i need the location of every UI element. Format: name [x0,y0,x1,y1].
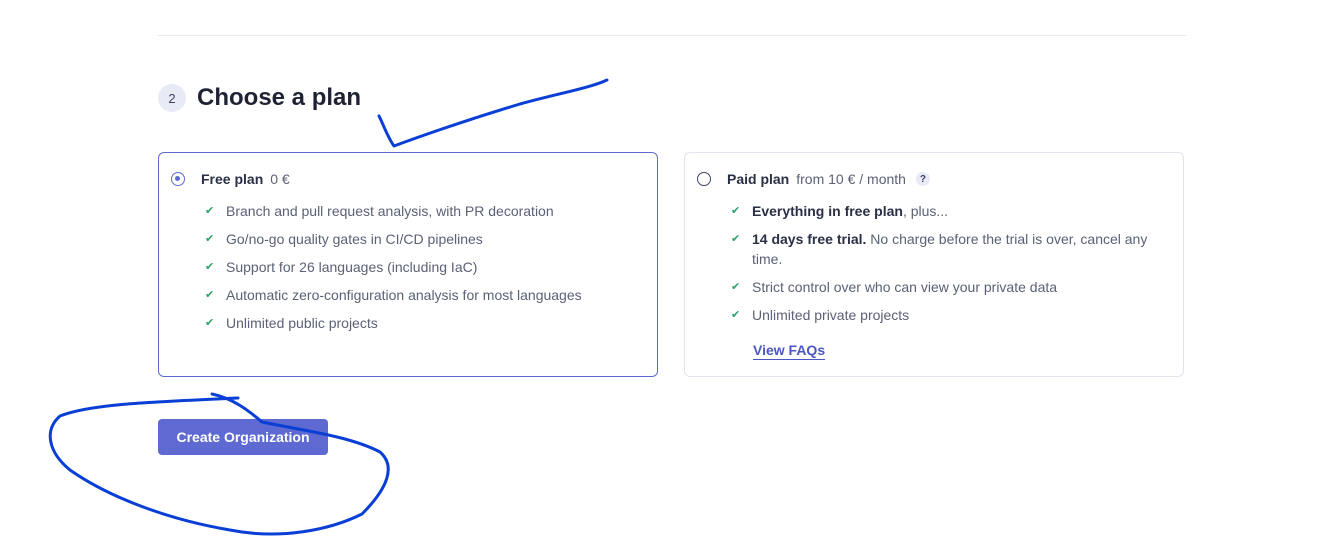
feature-text: Go/no-go quality gates in CI/CD pipeline… [226,231,483,247]
paid-plan-name: Paid plan [727,171,790,187]
feature-item: ✔ Automatic zero-configuration analysis … [205,285,647,305]
annotation-checkmark [377,78,609,148]
free-plan-header[interactable]: Free plan 0 € [171,171,290,187]
step-number-badge: 2 [158,84,186,112]
feature-item: ✔ Support for 26 languages (including Ia… [205,257,647,277]
feature-text: Branch and pull request analysis, with P… [226,203,554,219]
feature-text: Support for 26 languages (including IaC) [226,259,478,275]
check-icon: ✔ [731,309,741,321]
paid-plan-header[interactable]: Paid plan from 10 € / month ? [697,171,930,187]
create-organization-button[interactable]: Create Organization [158,419,328,455]
radio-checked-icon[interactable] [171,172,185,186]
paid-plan-features: ✔ Everything in free plan, plus... ✔ 14 … [731,201,1173,333]
check-icon: ✔ [205,317,215,329]
radio-unchecked-icon[interactable] [697,172,711,186]
feature-text: Unlimited public projects [226,315,378,331]
check-icon: ✔ [205,289,215,301]
paid-plan-price: from 10 € / month [796,171,906,187]
feature-text: Automatic zero-configuration analysis fo… [226,287,582,303]
feature-item: ✔ Go/no-go quality gates in CI/CD pipeli… [205,229,647,249]
feature-text: Everything in free plan, plus... [752,201,948,221]
paid-plan-card[interactable]: Paid plan from 10 € / month ? ✔ Everythi… [684,152,1184,377]
free-plan-card[interactable]: Free plan 0 € ✔ Branch and pull request … [158,152,658,377]
feature-bold-text: 14 days free trial. [752,231,867,247]
check-icon: ✔ [731,281,741,293]
page: 2 Choose a plan Free plan 0 € ✔ Branch a… [0,0,1336,542]
step-header: 2 Choose a plan [158,84,361,112]
feature-text: Strict control over who can view your pr… [752,279,1058,295]
check-icon: ✔ [205,261,215,273]
check-icon: ✔ [731,233,741,245]
question-icon[interactable]: ? [915,172,930,186]
check-icon: ✔ [205,205,215,217]
feature-item: ✔ Unlimited private projects [731,305,1173,325]
feature-text: Unlimited private projects [752,307,910,323]
feature-item: ✔ Everything in free plan, plus... [731,201,1173,221]
check-icon: ✔ [205,233,215,245]
annotation-circle [48,392,390,536]
feature-bold-text: Everything in free plan [752,203,903,219]
feature-text: 14 days free trial. No charge before the… [752,229,1173,269]
section-divider [158,35,1186,36]
view-faqs-link[interactable]: View FAQs [753,342,826,360]
feature-item: ✔ Unlimited public projects [205,313,647,333]
feature-item: ✔ 14 days free trial. No charge before t… [731,229,1173,269]
feature-rest-text: , plus... [902,203,949,219]
free-plan-price: 0 € [270,171,290,187]
check-icon: ✔ [731,205,741,217]
free-plan-name: Free plan [201,171,264,187]
free-plan-features: ✔ Branch and pull request analysis, with… [205,201,647,341]
feature-item: ✔ Branch and pull request analysis, with… [205,201,647,221]
feature-item: ✔ Strict control over who can view your … [731,277,1173,297]
step-title: Choose a plan [197,84,362,111]
